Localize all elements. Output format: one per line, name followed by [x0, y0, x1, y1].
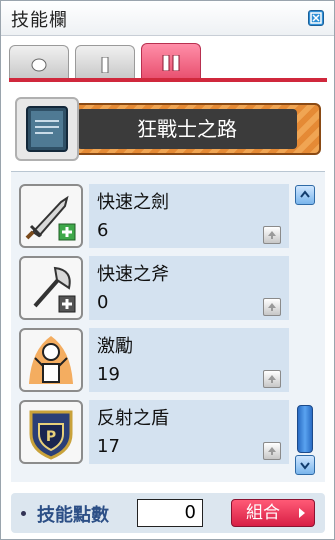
tab-tier1[interactable] [75, 45, 135, 79]
level-up-button[interactable] [263, 370, 281, 388]
shield-icon: P [19, 400, 83, 464]
skill-name: 快速之斧 [97, 264, 169, 285]
arrow-up-icon [268, 375, 276, 383]
skill-window: 技能欄 狂戰士之路 快速之劍 6 快速之斧 0 激勵 19 P 反射之盾 17 … [0, 0, 335, 540]
skill-row[interactable]: 快速之劍 6 [17, 184, 291, 248]
level-up-button[interactable] [263, 442, 281, 460]
skill-info: 激勵 19 [89, 328, 289, 392]
skill-footer: 技能點數 0 組合 [11, 493, 325, 533]
arrow-right-icon [299, 508, 305, 518]
circle-icon [31, 58, 47, 72]
skill-points-label: 技能點數 [37, 505, 109, 526]
close-button[interactable] [308, 10, 324, 26]
job-title: 狂戰士之路 [77, 109, 297, 149]
svg-text:P: P [46, 429, 56, 445]
combine-button[interactable]: 組合 [231, 499, 315, 527]
roman-one-icon [101, 56, 109, 74]
tab-underline [9, 78, 327, 82]
skill-tabs [9, 43, 327, 79]
title-bar[interactable]: 技能欄 [1, 1, 334, 36]
skill-name: 反射之盾 [97, 408, 169, 429]
skill-row[interactable]: 激勵 19 [17, 328, 291, 392]
arrow-up-icon [268, 303, 276, 311]
bullet-icon [21, 511, 26, 516]
combine-label: 組合 [246, 503, 280, 523]
skill-name: 快速之劍 [97, 192, 169, 213]
tab-tier2[interactable] [141, 43, 201, 79]
skill-name: 激勵 [97, 336, 133, 357]
arrow-up-icon [268, 447, 276, 455]
skill-level: 6 [97, 220, 109, 241]
scroll-down-button[interactable] [295, 455, 315, 475]
skill-row[interactable]: P 反射之盾 17 [17, 400, 291, 464]
skill-level: 0 [97, 292, 109, 313]
skill-info: 反射之盾 17 [89, 400, 289, 464]
window-title: 技能欄 [11, 10, 68, 31]
skill-book-icon [15, 97, 79, 161]
close-icon [310, 12, 322, 24]
scroll-thumb[interactable] [297, 405, 313, 453]
chevron-up-icon [300, 190, 310, 198]
job-banner: 狂戰士之路 [15, 97, 323, 161]
tab-beginner[interactable] [9, 45, 69, 79]
skill-row[interactable]: 快速之斧 0 [17, 256, 291, 320]
rage-icon [19, 328, 83, 392]
sword-icon [19, 184, 83, 248]
skill-points-value: 0 [137, 499, 203, 527]
level-up-button[interactable] [263, 226, 281, 244]
skill-level: 19 [97, 364, 120, 385]
skill-info: 快速之斧 0 [89, 256, 289, 320]
skill-info: 快速之劍 6 [89, 184, 289, 248]
axe-icon [19, 256, 83, 320]
skill-level: 17 [97, 436, 120, 457]
skill-list-scrollbar[interactable] [295, 185, 317, 475]
skill-list: 快速之劍 6 快速之斧 0 激勵 19 P 反射之盾 17 [11, 171, 325, 482]
level-up-button[interactable] [263, 298, 281, 316]
scroll-up-button[interactable] [295, 185, 315, 205]
roman-two-icon [162, 54, 180, 72]
chevron-down-icon [300, 462, 310, 470]
arrow-up-icon [268, 231, 276, 239]
